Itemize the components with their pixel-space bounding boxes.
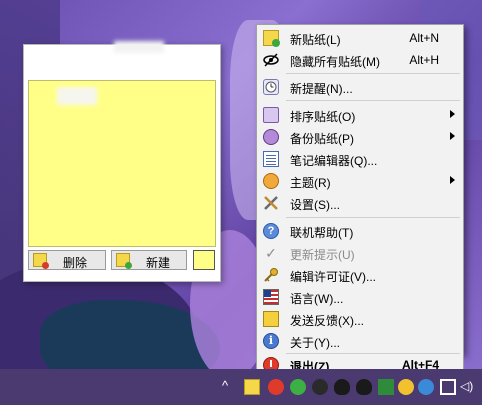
note-text-area[interactable] [28, 80, 216, 247]
hide-eye-icon [263, 52, 279, 68]
help-icon: ? [263, 223, 279, 239]
menu-item-label: 笔记编辑器(Q)... [290, 154, 378, 168]
note-toolbar: 删除 新建 [28, 250, 216, 272]
menu-item-label: 新贴纸(L) [290, 33, 341, 47]
menu-item-label: 主题(R) [290, 176, 331, 190]
menu-item-label: 关于(Y)... [290, 336, 340, 350]
menu-separator [286, 217, 460, 218]
tools-icon [263, 195, 279, 211]
redacted-region [57, 87, 97, 105]
volume-icon[interactable]: ◁) [460, 379, 476, 395]
submenu-arrow-icon [450, 110, 455, 118]
menu-item-label: 设置(S)... [290, 198, 340, 212]
palette-icon [263, 173, 279, 189]
submenu-arrow-icon [450, 176, 455, 184]
menu-item-label: 语言(W)... [290, 292, 344, 306]
qq-tray-icon[interactable] [334, 379, 350, 395]
show-hidden-icons-button[interactable]: ^ [222, 378, 238, 394]
shortcut-label: Alt+N [409, 31, 439, 45]
menu-item-label: 发送反馈(X)... [290, 314, 364, 328]
menu-item-label: 排序贴纸(O) [290, 110, 356, 124]
network-icon[interactable] [440, 379, 456, 395]
alarm-clock-icon [263, 79, 279, 95]
delete-label: 删除 [63, 256, 88, 270]
menu-item-new-reminder[interactable]: 新提醒(N)... [259, 76, 461, 98]
menu-item-label: 编辑许可证(V)... [290, 270, 376, 284]
app-tray-icon[interactable] [312, 379, 328, 395]
wechat-tray-icon[interactable] [290, 379, 306, 395]
sticky-notes-tray-icon[interactable] [244, 379, 260, 395]
menu-item-hide-all-notes[interactable]: 隐藏所有贴纸(M) Alt+H [259, 49, 461, 71]
editor-icon [263, 151, 279, 167]
menu-item-theme[interactable]: 主题(R) [259, 170, 461, 192]
tray-context-menu: 新贴纸(L) Alt+N 隐藏所有贴纸(M) Alt+H 新提醒(N)... 排… [256, 24, 464, 354]
delete-note-icon [33, 253, 49, 269]
menu-separator [286, 73, 460, 74]
menu-item-label: 联机帮助(T) [290, 226, 354, 240]
menu-item-settings[interactable]: 设置(S)... [259, 192, 461, 214]
note-color-button[interactable] [193, 250, 215, 270]
backup-icon [263, 129, 279, 145]
sort-icon [263, 107, 279, 123]
menu-item-label: 备份贴纸(P) [290, 132, 354, 146]
menu-item-online-help[interactable]: ? 联机帮助(T) [259, 220, 461, 242]
menu-item-backup-notes[interactable]: 备份贴纸(P) [259, 126, 461, 148]
red-app-tray-icon[interactable] [268, 379, 284, 395]
delete-note-button[interactable]: 删除 [28, 250, 106, 270]
menu-item-update-notice: ✓ 更新提示(U) [259, 242, 461, 264]
menu-item-send-feedback[interactable]: 发送反馈(X)... [259, 308, 461, 330]
new-note-icon [263, 30, 280, 47]
flag-icon [263, 289, 279, 305]
new-note-button[interactable]: 新建 [111, 250, 187, 270]
key-icon [263, 267, 279, 283]
qq-tray-icon[interactable] [356, 379, 372, 395]
plus-app-tray-icon[interactable] [398, 379, 414, 395]
sticky-note-window[interactable]: 删除 新建 [23, 41, 221, 282]
eye-app-tray-icon[interactable] [418, 379, 434, 395]
green-app-tray-icon[interactable] [378, 379, 394, 395]
shortcut-label: Alt+H [409, 53, 439, 67]
menu-item-label: 更新提示(U) [290, 248, 355, 262]
menu-item-new-note[interactable]: 新贴纸(L) Alt+N [259, 27, 461, 49]
menu-item-label: 隐藏所有贴纸(M) [290, 55, 380, 69]
menu-separator [286, 100, 460, 101]
redacted-region [114, 41, 164, 53]
submenu-arrow-icon [450, 132, 455, 140]
taskbar: ^ ◁) [0, 369, 482, 405]
mail-icon [263, 311, 279, 327]
menu-item-note-editor[interactable]: 笔记编辑器(Q)... [259, 148, 461, 170]
menu-item-about[interactable]: i 关于(Y)... [259, 330, 461, 352]
menu-item-label: 新提醒(N)... [290, 82, 353, 96]
new-note-icon [116, 253, 132, 269]
new-label: 新建 [146, 256, 171, 270]
menu-item-sort-notes[interactable]: 排序贴纸(O) [259, 104, 461, 126]
check-icon: ✓ [265, 245, 277, 261]
info-icon: i [263, 333, 279, 349]
menu-item-language[interactable]: 语言(W)... [259, 286, 461, 308]
menu-item-edit-license[interactable]: 编辑许可证(V)... [259, 264, 461, 286]
